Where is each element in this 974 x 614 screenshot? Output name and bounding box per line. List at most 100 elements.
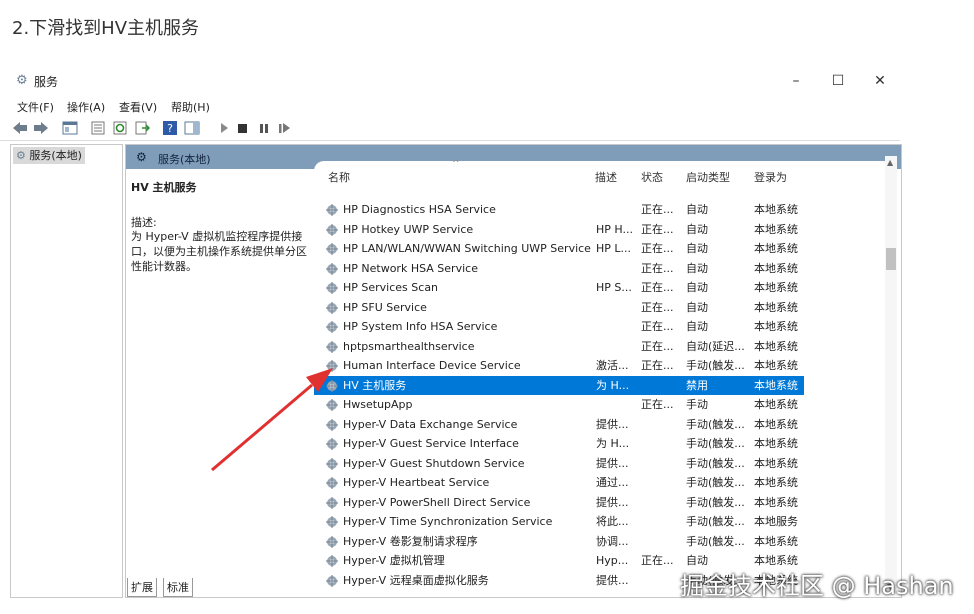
service-log-on-as: 本地系统 — [754, 476, 798, 489]
description-text: 为 Hyper-V 虚拟机监控程序提供接口，以便为主机操作系统提供单分区性能计数… — [131, 230, 307, 273]
tree-item-services-local[interactable]: ⚙ 服务(本地) — [13, 147, 85, 164]
scroll-up-icon[interactable]: ▲ — [887, 158, 893, 167]
service-gear-icon — [326, 360, 338, 372]
column-description[interactable]: 描述 — [595, 169, 617, 185]
service-name: Hyper-V PowerShell Direct Service — [343, 495, 531, 509]
service-name: Hyper-V Data Exchange Service — [343, 417, 518, 431]
close-button[interactable]: ✕ — [866, 70, 894, 92]
service-rows: HP Diagnostics HSA Service 正在... 自动 本地系统 HP … — [314, 200, 804, 590]
menu-help[interactable]: 帮助(H) — [171, 99, 210, 115]
service-startup-type: 自动(延迟... — [686, 339, 745, 353]
menu-view[interactable]: 查看(V) — [119, 99, 157, 115]
service-status: 正在... — [641, 398, 674, 411]
service-gear-icon — [326, 555, 338, 567]
console-tree-icon[interactable] — [62, 121, 78, 135]
table-row-selected[interactable]: HV 主机服务 为 H... 禁用 本地系统 — [314, 375, 804, 395]
view-tabs: 扩展 标准 — [125, 576, 425, 597]
console-tree: ⚙ 服务(本地) — [10, 144, 123, 598]
table-row[interactable]: HP Diagnostics HSA Service 正在... 自动 本地系统 — [314, 200, 804, 220]
menu-action[interactable]: 操作(A) — [67, 99, 105, 115]
service-description: 提供... — [596, 495, 629, 509]
services-window: ⚙ 服务 – ☐ ✕ 文件(F) 操作(A) 查看(V) 帮助(H) ? ⚙ 服… — [0, 64, 902, 604]
menu-file[interactable]: 文件(F) — [17, 99, 54, 115]
column-status[interactable]: 状态 — [641, 169, 663, 185]
maximize-button[interactable]: ☐ — [824, 70, 852, 92]
service-name: Hyper-V Heartbeat Service — [343, 476, 490, 489]
article-heading: 2.下滑找到HV主机服务 — [12, 18, 200, 39]
column-name[interactable]: 名称 — [328, 169, 350, 185]
table-row[interactable]: Hyper-V Guest Service Interface 为 H... 手动(… — [314, 434, 804, 454]
window-title: 服务 — [34, 75, 59, 89]
service-description: 提供... — [596, 417, 629, 431]
service-description: Hyp... — [596, 554, 629, 567]
service-name: HV 主机服务 — [343, 378, 407, 392]
service-log-on-as: 本地系统 — [754, 320, 798, 333]
service-log-on-as: 本地系统 — [754, 359, 798, 372]
pane-header-title: 服务(本地) — [158, 153, 211, 166]
action-pane-icon[interactable] — [184, 121, 200, 135]
service-name: HP SFU Service — [343, 300, 427, 314]
service-startup-type: 手动 — [686, 398, 708, 411]
minimize-button[interactable]: – — [782, 70, 810, 92]
tab-standard[interactable]: 标准 — [163, 578, 193, 597]
table-row[interactable]: HP Network HSA Service 正在... 自动 本地系统 — [314, 259, 804, 279]
table-row[interactable]: Hyper-V 卷影复制请求程序 协调... 手动(触发... 本地系统 — [314, 532, 804, 552]
service-description: 激活... — [596, 359, 629, 372]
service-log-on-as: 本地系统 — [754, 417, 798, 431]
service-name: HP Services Scan — [343, 281, 439, 294]
properties-icon[interactable] — [90, 121, 106, 135]
service-startup-type: 自动 — [686, 222, 708, 236]
table-row[interactable]: HwsetupApp 正在... 手动 本地系统 — [314, 395, 804, 415]
service-gear-icon — [326, 418, 338, 431]
service-name: HP Diagnostics HSA Service — [343, 203, 496, 216]
back-arrow-icon[interactable] — [12, 121, 28, 135]
table-row[interactable]: hptpsmarthealthservice 正在... 自动(延迟... 本地系统 — [314, 337, 804, 357]
table-row[interactable]: Human Interface Device Service 激活... 正在...… — [314, 356, 804, 376]
table-row[interactable]: Hyper-V Time Synchronization Service 将此..… — [314, 512, 804, 532]
table-row[interactable]: Hyper-V Data Exchange Service 提供... 手动(触发.… — [314, 415, 804, 435]
service-gear-icon — [326, 399, 338, 411]
sort-ascending-icon: ^ — [452, 159, 460, 169]
service-gear-icon — [326, 243, 338, 255]
table-row[interactable]: HP Services Scan HP S... 正在... 自动 本地系统 — [314, 278, 804, 298]
service-startup-type: 手动(触发... — [686, 417, 745, 431]
service-gear-icon — [326, 379, 338, 392]
table-row[interactable]: Hyper-V Guest Shutdown Service 提供... 手动(触发… — [314, 454, 804, 474]
service-status: 正在... — [641, 359, 674, 372]
vertical-scrollbar[interactable]: ▲ ▼ — [885, 156, 897, 594]
pause-service-icon[interactable] — [256, 121, 272, 135]
stop-service-icon[interactable] — [235, 121, 251, 135]
export-list-icon[interactable] — [134, 121, 150, 135]
table-row[interactable]: HP SFU Service 正在... 自动 本地系统 — [314, 298, 804, 318]
selected-service-title: HV 主机服务 — [131, 181, 197, 194]
tab-extended[interactable]: 扩展 — [127, 578, 157, 597]
service-startup-type: 自动 — [686, 261, 708, 275]
table-row[interactable]: Hyper-V Heartbeat Service 通过... 手动(触发... 本地… — [314, 473, 804, 493]
restart-service-icon[interactable] — [277, 121, 293, 135]
table-row[interactable]: HP LAN/WLAN/WWAN Switching UWP Service HP… — [314, 239, 804, 259]
service-name: Hyper-V Guest Service Interface — [343, 437, 519, 450]
column-log-on-as[interactable]: 登录为 — [754, 169, 787, 185]
service-log-on-as: 本地系统 — [754, 534, 798, 548]
forward-arrow-icon[interactable] — [33, 121, 49, 135]
service-description: 协调... — [596, 534, 629, 548]
service-status: 正在... — [641, 281, 674, 294]
description-panel: HV 主机服务 描述: 为 Hyper-V 虚拟机监控程序提供接口，以便为主机操… — [126, 169, 314, 597]
table-row[interactable]: Hyper-V PowerShell Direct Service 提供... 手动… — [314, 493, 804, 513]
help-icon[interactable]: ? — [162, 121, 178, 135]
scrollbar-thumb[interactable] — [886, 248, 896, 270]
service-name: Human Interface Device Service — [343, 359, 521, 372]
service-startup-type: 手动(触发... — [686, 359, 745, 372]
service-log-on-as: 本地系统 — [754, 242, 798, 255]
start-service-icon[interactable] — [216, 121, 232, 135]
service-startup-type: 手动(触发... — [686, 515, 745, 528]
refresh-icon[interactable] — [112, 121, 128, 135]
table-row[interactable]: HP Hotkey UWP Service HP H... 正在... 自动 本地系统 — [314, 220, 804, 240]
service-log-on-as: 本地系统 — [754, 495, 798, 509]
service-name: HP Hotkey UWP Service — [343, 222, 474, 236]
gear-icon: ⚙ — [16, 149, 26, 162]
service-log-on-as: 本地系统 — [754, 437, 798, 450]
table-row[interactable]: HP System Info HSA Service 正在... 自动 本地系统 — [314, 317, 804, 337]
column-startup-type[interactable]: 启动类型 — [686, 169, 730, 185]
services-pane: ⚙ 服务(本地) HV 主机服务 描述: 为 Hyper-V 虚拟机监控程序提供… — [125, 144, 902, 598]
